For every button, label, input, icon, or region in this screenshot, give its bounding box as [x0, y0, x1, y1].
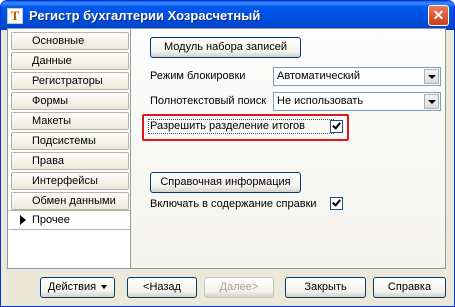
chevron-down-icon [101, 285, 108, 290]
tab-dannye[interactable]: Данные [11, 52, 129, 70]
tab-prava[interactable]: Права [11, 152, 129, 170]
lock-mode-value: Автоматический [277, 70, 361, 82]
help-button[interactable]: Справка [373, 277, 446, 298]
register-properties-window: Т Регистр бухгалтерии Хозрасчетный ✕ Осн… [0, 0, 455, 307]
split-totals-checkbox[interactable] [330, 120, 343, 133]
tab-makety[interactable]: Макеты [11, 112, 129, 130]
tab-formy[interactable]: Формы [11, 92, 129, 110]
selected-arrow-icon [20, 215, 26, 225]
checkmark-icon [332, 120, 341, 130]
tab-osnovnye[interactable]: Основные [11, 32, 129, 50]
fulltext-search-dropdown-button[interactable] [424, 94, 439, 109]
record-set-module-button[interactable]: Модуль набора записей [150, 37, 301, 58]
fulltext-search-select[interactable]: Не использовать [273, 92, 441, 111]
checkmark-icon [332, 197, 341, 207]
other-settings-panel [130, 28, 446, 269]
tab-obmen-dannymi[interactable]: Обмен данными [11, 192, 129, 210]
title-bar[interactable]: Т Регистр бухгалтерии Хозрасчетный ✕ [1, 1, 454, 30]
tab-interfeisy[interactable]: Интерфейсы [11, 172, 129, 190]
tab-podsistemy[interactable]: Подсистемы [11, 132, 129, 150]
lock-mode-dropdown-button[interactable] [424, 69, 439, 84]
lock-mode-select[interactable]: Автоматический [273, 67, 441, 86]
fulltext-search-value: Не использовать [277, 95, 364, 107]
tab-prochee-label: Прочее [32, 214, 70, 226]
lock-mode-label: Режим блокировки [150, 70, 246, 82]
close-window-button[interactable]: ✕ [428, 5, 449, 26]
tab-registratory[interactable]: Регистраторы [11, 72, 129, 90]
register-icon: Т [7, 8, 23, 24]
close-button[interactable]: Закрыть [285, 277, 366, 298]
include-help-checkbox[interactable] [330, 197, 343, 210]
close-icon: ✕ [432, 7, 445, 23]
include-help-label: Включать в содержание справки [150, 198, 317, 210]
chevron-down-icon [428, 75, 436, 79]
actions-menu-button[interactable]: Действия [40, 277, 115, 298]
help-info-button[interactable]: Справочная информация [150, 172, 301, 193]
back-button[interactable]: <Назад [127, 277, 197, 298]
split-totals-label: Разрешить разделение итогов [150, 120, 305, 132]
next-button[interactable]: Далее> [204, 277, 274, 298]
section-tab-list: Основные Данные Регистраторы Формы Макет… [7, 28, 132, 269]
actions-label: Действия [47, 281, 97, 293]
chevron-down-icon [428, 100, 436, 104]
window-title: Регистр бухгалтерии Хозрасчетный [29, 8, 261, 23]
fulltext-search-label: Полнотекстовый поиск [150, 95, 267, 107]
tab-prochee[interactable]: Прочее [8, 210, 132, 230]
